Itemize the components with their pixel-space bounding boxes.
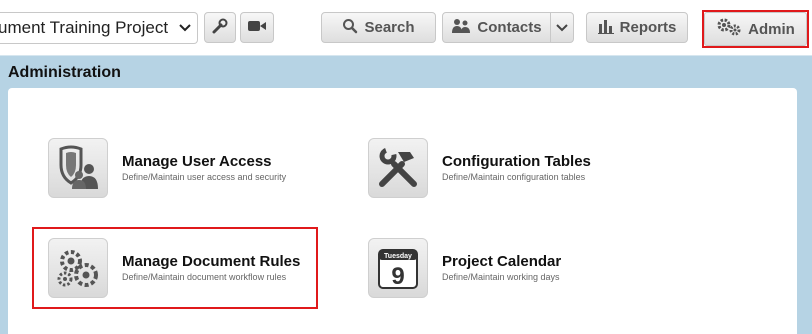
reports-label: Reports xyxy=(619,19,677,36)
calendar-icon: Tuesday 9 xyxy=(368,238,428,298)
tile-manage-user-access[interactable]: Manage User Access Define/Maintain user … xyxy=(48,138,286,198)
contacts-label: Contacts xyxy=(477,19,542,36)
bar-chart-icon xyxy=(597,18,614,38)
video-camera-icon xyxy=(247,19,267,37)
tile-configuration-tables[interactable]: Configuration Tables Define/Maintain con… xyxy=(368,138,591,198)
tile-description: Define/Maintain configuration tables xyxy=(442,172,586,182)
project-select[interactable]: ument Training Project ... xyxy=(0,12,198,44)
tile-title: Project Calendar xyxy=(442,253,562,270)
admin-highlight: Admin xyxy=(702,10,809,48)
wrench-hammer-icon xyxy=(368,138,428,198)
tools-button[interactable] xyxy=(204,12,236,43)
calendar-day-name: Tuesday xyxy=(384,253,412,260)
shield-users-icon xyxy=(48,138,108,198)
tile-title: Configuration Tables xyxy=(442,153,591,170)
contacts-icon xyxy=(451,18,471,38)
contacts-button[interactable]: Contacts xyxy=(442,12,551,43)
search-button[interactable]: Search xyxy=(321,12,436,43)
document-rules-highlight xyxy=(32,227,318,309)
video-button[interactable] xyxy=(240,12,274,43)
calendar-day-number: 9 xyxy=(391,263,404,290)
contacts-dropdown-button[interactable] xyxy=(550,12,574,43)
tile-project-calendar[interactable]: Tuesday 9 Project Calendar Define/Mainta… xyxy=(368,238,561,298)
section-title: Administration xyxy=(8,64,121,81)
chevron-down-icon xyxy=(173,23,197,33)
top-toolbar: ument Training Project ... Search Contac… xyxy=(0,0,812,56)
reports-button[interactable]: Reports xyxy=(586,12,688,43)
chevron-down-icon xyxy=(556,19,568,36)
tile-title: Manage User Access xyxy=(122,153,272,170)
tile-description: Define/Maintain user access and security xyxy=(122,172,287,182)
search-icon xyxy=(342,18,358,38)
tile-description: Define/Maintain working days xyxy=(442,272,560,282)
search-label: Search xyxy=(364,19,415,36)
admin-label: Admin xyxy=(748,20,795,38)
project-select-value: ument Training Project ... xyxy=(0,18,173,37)
wrench-icon xyxy=(211,17,229,39)
admin-button[interactable]: Admin xyxy=(704,12,807,46)
gears-icon xyxy=(716,17,742,41)
